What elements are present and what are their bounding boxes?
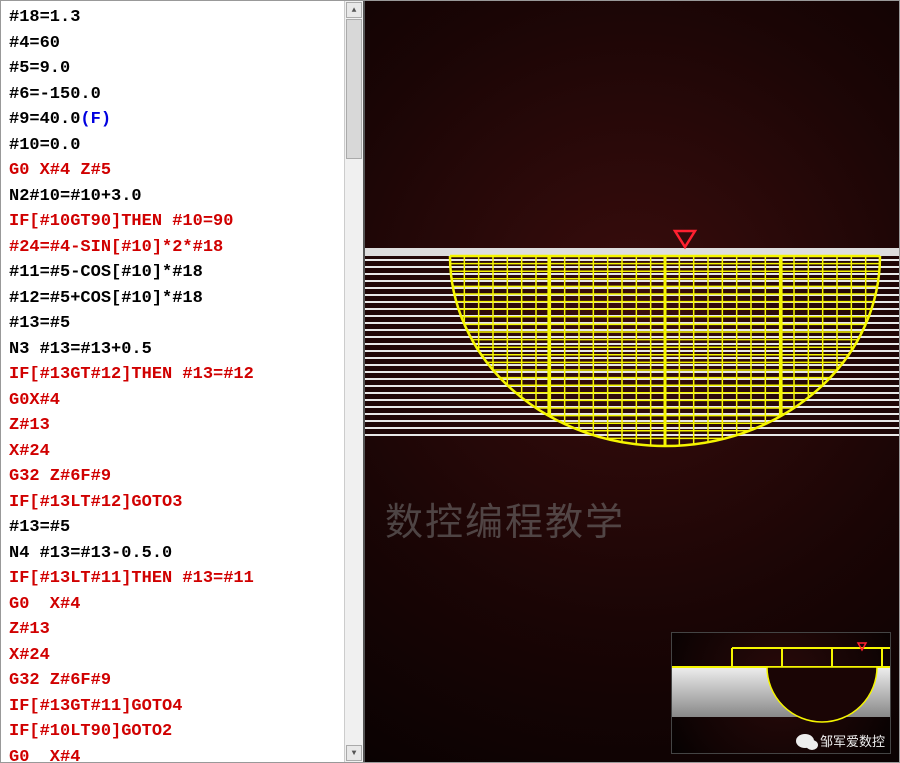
gcode-line[interactable]: G32 Z#6F#9 (9, 464, 363, 490)
scroll-thumb[interactable] (346, 19, 362, 159)
gcode-line[interactable]: Z#13 (9, 413, 363, 439)
gcode-line[interactable]: G0 X#4 Z#5 (9, 158, 363, 184)
gcode-line[interactable]: #10=0.0 (9, 133, 363, 159)
gcode-line[interactable]: N4 #13=#13-0.5.0 (9, 541, 363, 567)
gcode-line[interactable]: N3 #13=#13+0.5 (9, 337, 363, 363)
app-root: #18=1.3#4=60#5=9.0#6=-150.0#9=40.0(F)#10… (0, 0, 900, 763)
gcode-line[interactable]: #13=#5 (9, 311, 363, 337)
gcode-line[interactable]: #4=60 (9, 31, 363, 57)
gcode-line[interactable]: X#24 (9, 643, 363, 669)
gcode-line[interactable]: N2#10=#10+3.0 (9, 184, 363, 210)
scroll-up-icon[interactable]: ▲ (346, 2, 362, 18)
gcode-line[interactable]: G32 Z#6F#9 (9, 668, 363, 694)
wechat-icon (796, 734, 814, 748)
gcode-lines: #18=1.3#4=60#5=9.0#6=-150.0#9=40.0(F)#10… (9, 5, 363, 762)
gcode-line[interactable]: #18=1.3 (9, 5, 363, 31)
gcode-editor[interactable]: #18=1.3#4=60#5=9.0#6=-150.0#9=40.0(F)#10… (1, 1, 363, 762)
wechat-text: 邹军爱数控 (820, 731, 885, 750)
gcode-line[interactable]: IF[#13LT#12]GOTO3 (9, 490, 363, 516)
simulation-view[interactable]: 邹军爱数控 微信公众号：数控编程教学 (363, 1, 899, 762)
gcode-line[interactable]: #5=9.0 (9, 56, 363, 82)
wechat-attribution: 邹军爱数控 (796, 731, 885, 750)
gcode-line[interactable]: G0X#4 (9, 388, 363, 414)
gcode-line[interactable]: X#24 (9, 439, 363, 465)
gcode-line[interactable]: IF[#10GT90]THEN #10=90 (9, 209, 363, 235)
gcode-line[interactable]: #11=#5-COS[#10]*#18 (9, 260, 363, 286)
gcode-line[interactable]: #24=#4-SIN[#10]*2*#18 (9, 235, 363, 261)
editor-scrollbar[interactable]: ▲ ▼ (344, 1, 363, 762)
gcode-line[interactable]: G0 X#4 (9, 745, 363, 763)
gcode-line[interactable]: IF[#13LT#11]THEN #13=#11 (9, 566, 363, 592)
gcode-line[interactable]: Z#13 (9, 617, 363, 643)
gcode-line[interactable]: IF[#13GT#11]GOTO4 (9, 694, 363, 720)
gcode-line[interactable]: #12=#5+COS[#10]*#18 (9, 286, 363, 312)
scroll-track[interactable] (345, 19, 363, 744)
gcode-line[interactable]: G0 X#4 (9, 592, 363, 618)
scroll-down-icon[interactable]: ▼ (346, 745, 362, 761)
gcode-line[interactable]: IF[#13GT#12]THEN #13=#12 (9, 362, 363, 388)
gcode-line[interactable]: #6=-150.0 (9, 82, 363, 108)
gcode-line[interactable]: #13=#5 (9, 515, 363, 541)
gcode-line[interactable]: IF[#10LT90]GOTO2 (9, 719, 363, 745)
gcode-line[interactable]: #9=40.0(F) (9, 107, 363, 133)
